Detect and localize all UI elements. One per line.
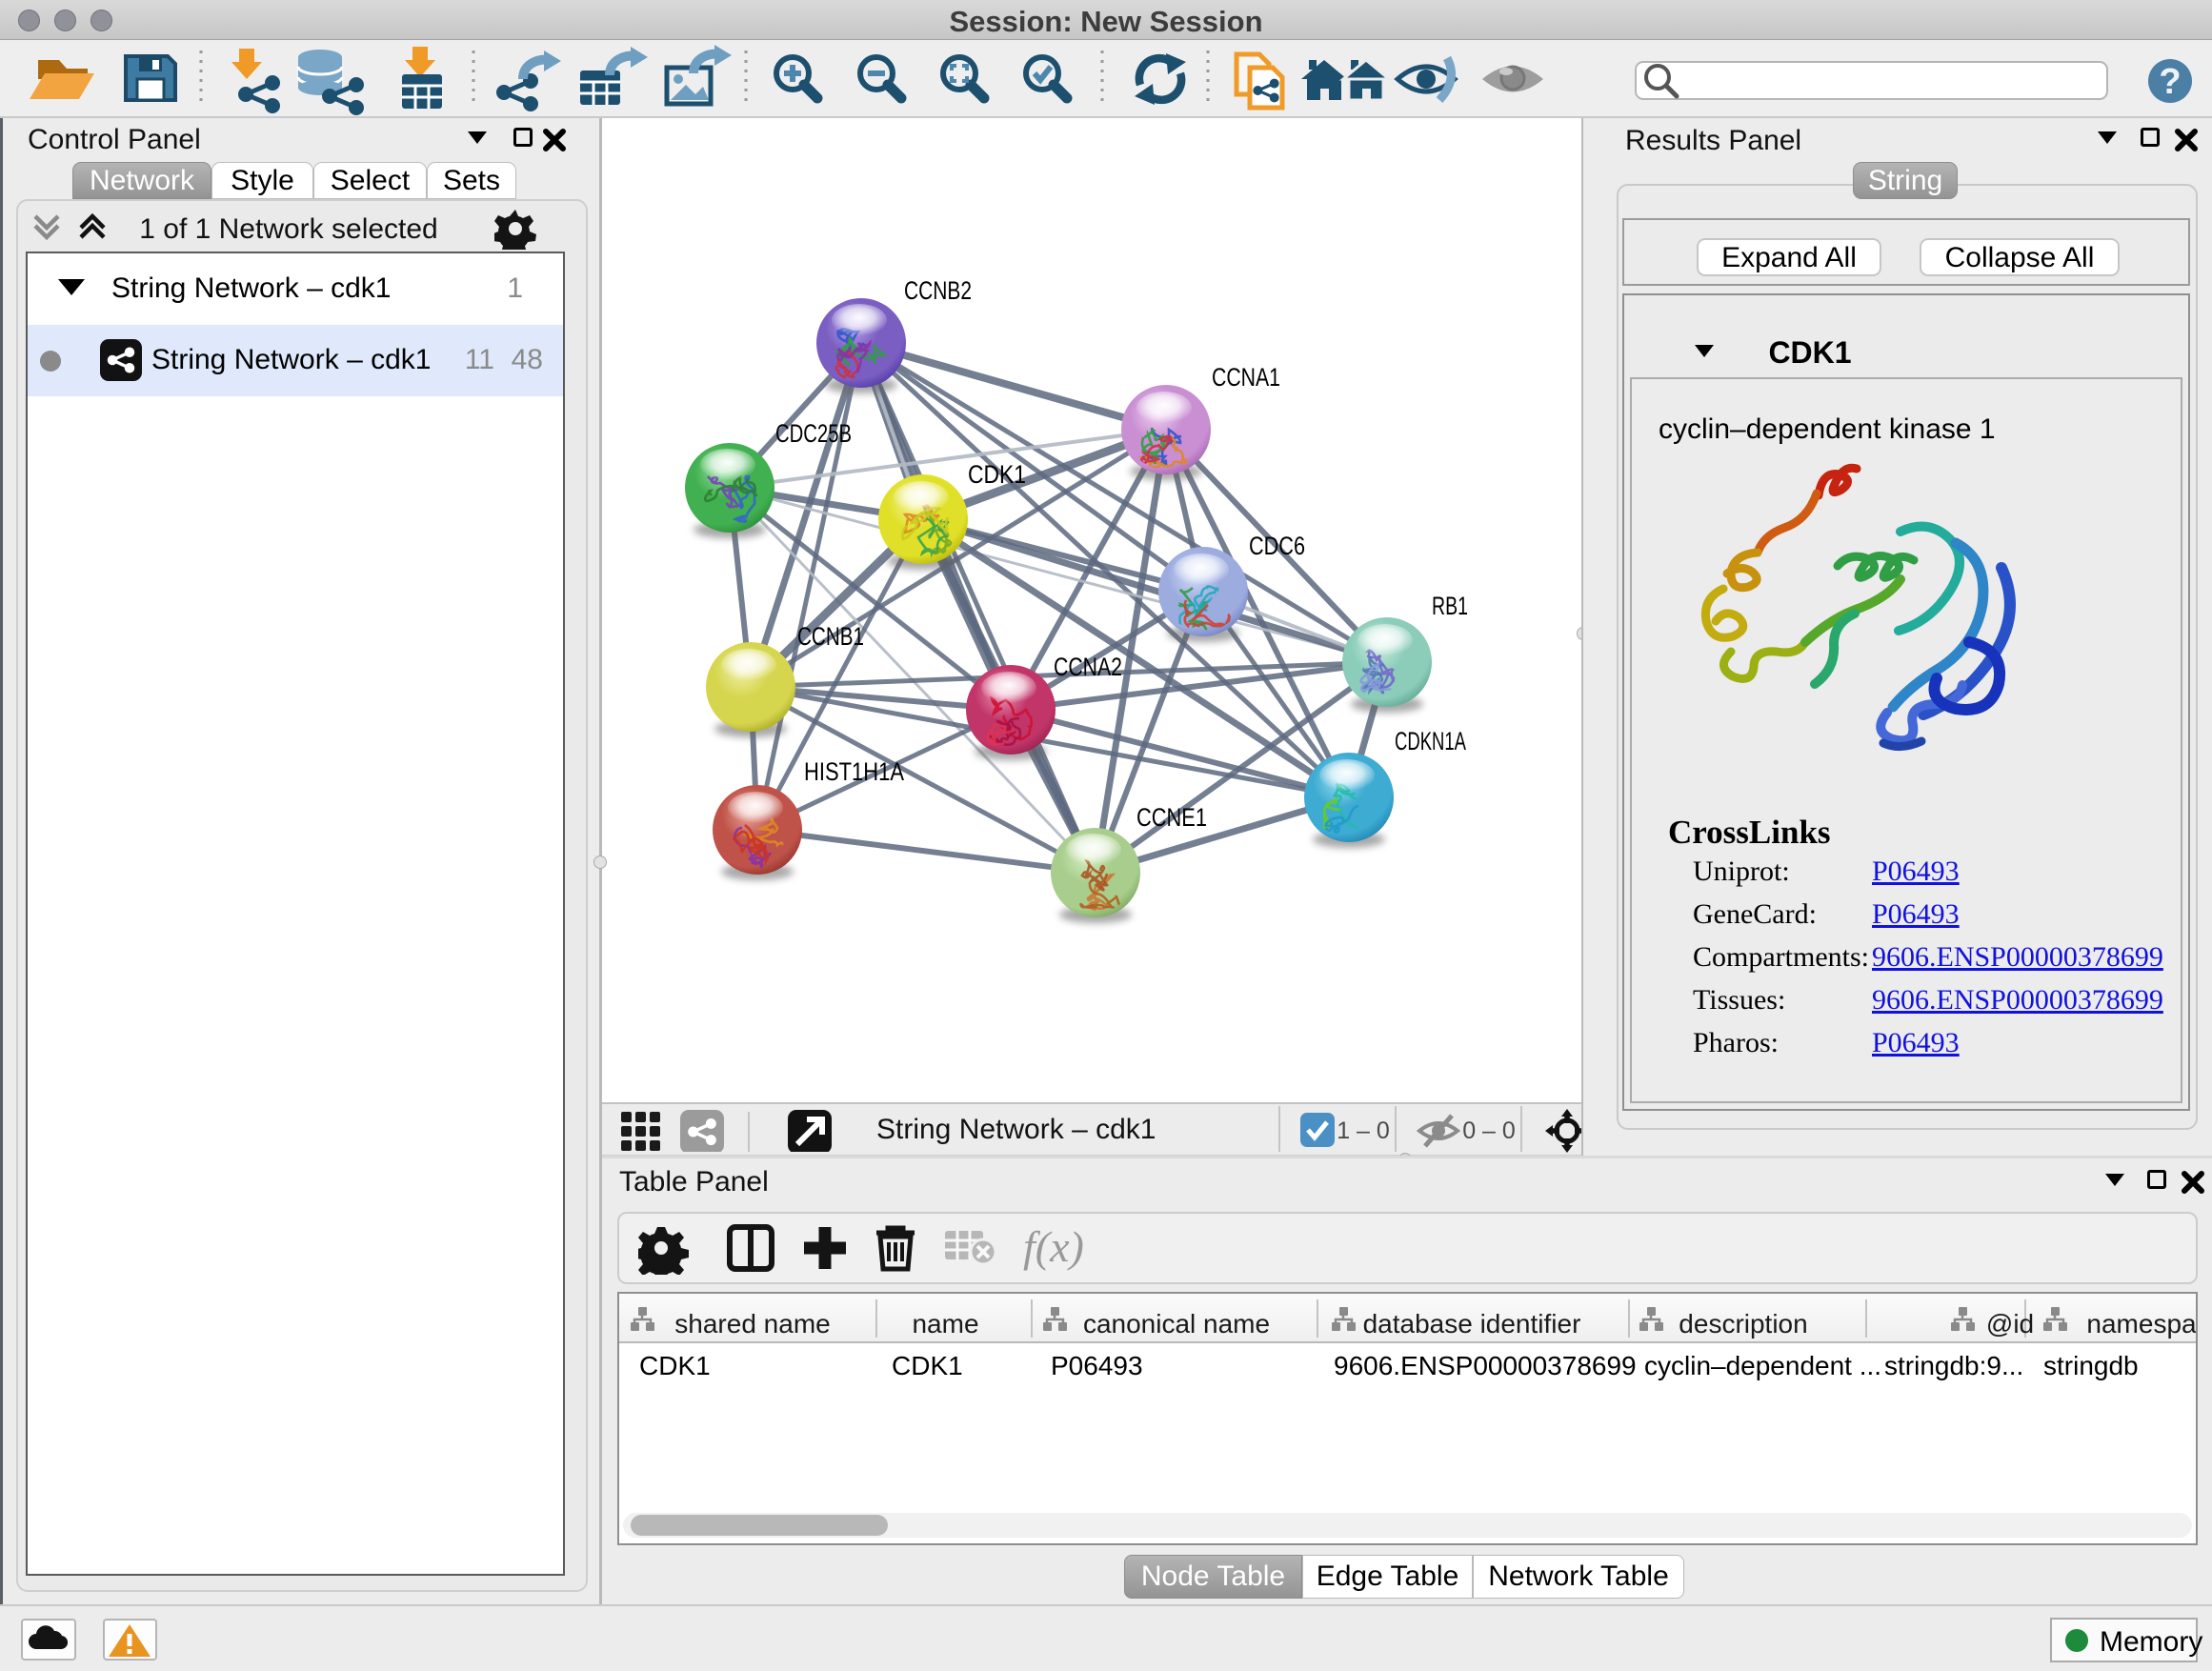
svg-text:CDC6: CDC6 (1249, 532, 1305, 560)
svg-text:CCNA2: CCNA2 (1054, 653, 1122, 681)
svg-text:CDC25B: CDC25B (775, 419, 852, 448)
svg-text:RB1: RB1 (1432, 592, 1468, 620)
svg-text:CCNE1: CCNE1 (1136, 803, 1207, 832)
svg-text:f(x): f(x) (1023, 1222, 1084, 1271)
svg-text:CCNA1: CCNA1 (1212, 363, 1280, 392)
svg-text:CDKN1A: CDKN1A (1395, 727, 1466, 755)
svg-text:CDK1: CDK1 (968, 460, 1026, 489)
svg-text:CCNB2: CCNB2 (904, 276, 972, 305)
svg-text:?: ? (2159, 62, 2181, 102)
svg-text:CCNB1: CCNB1 (797, 622, 864, 651)
svg-text:HIST1H1A: HIST1H1A (804, 757, 904, 786)
